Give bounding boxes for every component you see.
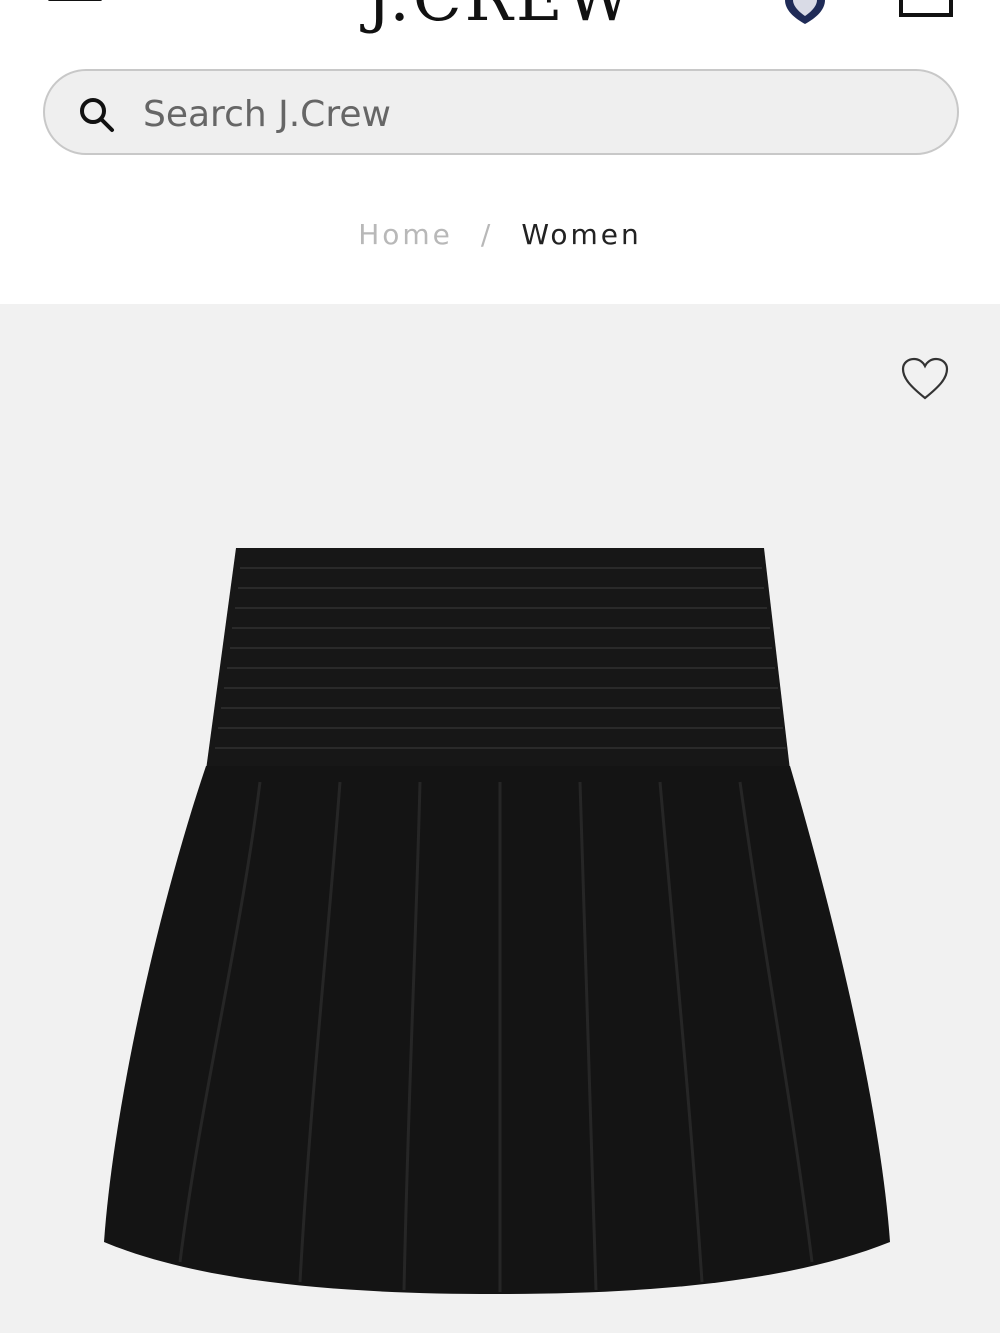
logo[interactable]: J.CREW bbox=[300, 0, 700, 36]
breadcrumb-current[interactable]: Women bbox=[521, 218, 641, 251]
breadcrumb-separator: / bbox=[480, 218, 494, 251]
breadcrumb: Home / Women bbox=[0, 218, 1000, 251]
product-image-panel bbox=[0, 304, 1000, 1333]
search-input[interactable] bbox=[141, 89, 905, 139]
breadcrumb-home-link[interactable]: Home bbox=[358, 218, 453, 251]
search-bar[interactable] bbox=[43, 69, 959, 155]
product-image-skirt[interactable] bbox=[90, 542, 900, 1302]
heart-outline-icon[interactable] bbox=[900, 356, 950, 402]
header: J.CREW bbox=[0, 0, 1000, 40]
search-icon[interactable] bbox=[77, 95, 117, 135]
menu-icon[interactable] bbox=[48, 0, 104, 8]
shield-icon[interactable] bbox=[782, 0, 828, 24]
shopping-bag-icon[interactable] bbox=[898, 0, 954, 18]
